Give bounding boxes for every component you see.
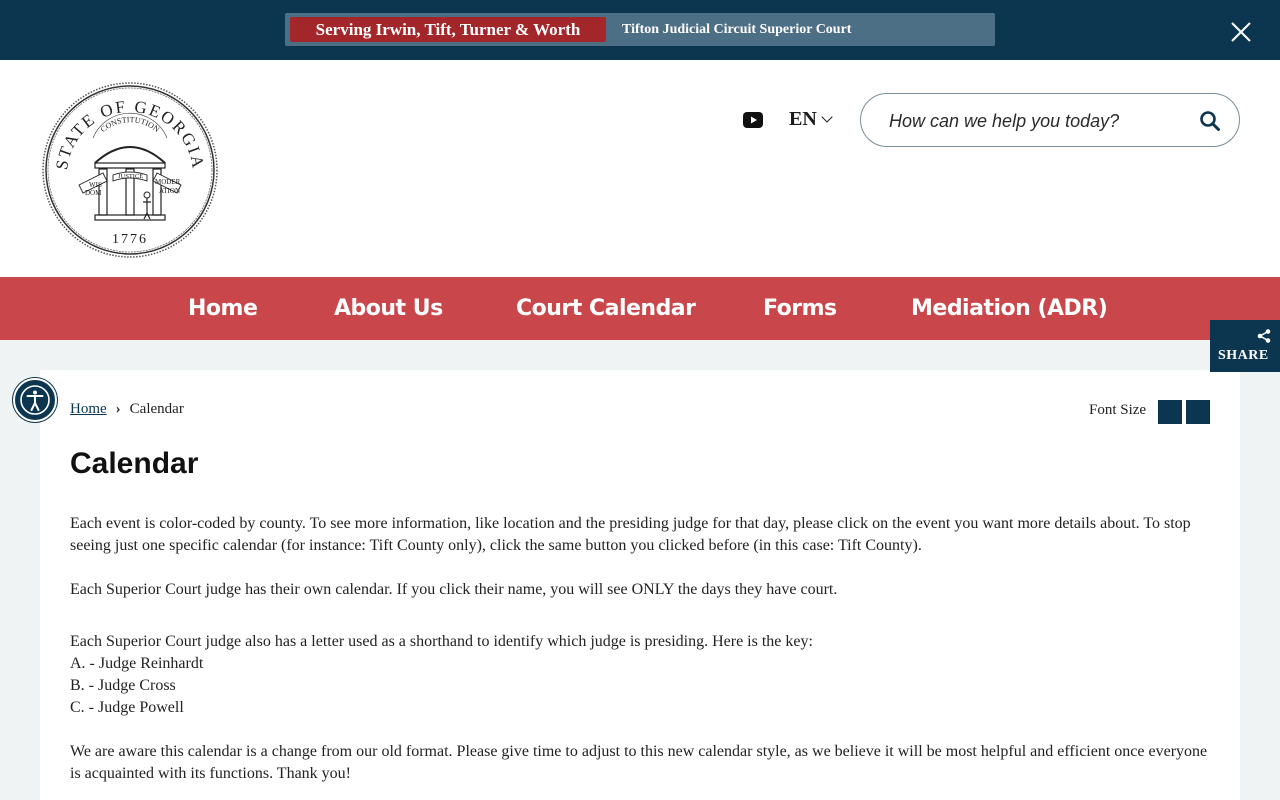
nav-item-about-us[interactable]: About Us: [334, 277, 443, 340]
banner-text: Tifton Judicial Circuit Superior Court: [622, 22, 852, 37]
seal-left2-text: DOM: [85, 189, 102, 197]
breadcrumb-separator: ›: [115, 401, 121, 417]
language-label: EN: [789, 108, 817, 130]
content-card: Home › Calendar Font Size Calendar Each ev…: [40, 370, 1240, 800]
seal-year-text: 1776: [112, 232, 148, 247]
seal-right-text: MODER: [155, 178, 181, 186]
seal-top-text: STATE OF GEORGIA: [52, 97, 206, 171]
chevron-down-icon: [821, 111, 833, 123]
search-icon: [1200, 111, 1220, 131]
search-box: [860, 93, 1240, 147]
judge-key-item: C. - Judge Powell: [70, 699, 184, 716]
top-banner: Serving Irwin, Tift, Turner & Worth Tift…: [0, 0, 1280, 60]
svg-text:STATE OF GEORGIA: STATE OF GEORGIA: [52, 97, 208, 171]
language-selector[interactable]: EN: [789, 108, 833, 131]
share-label: SHARE: [1218, 348, 1269, 363]
search-input[interactable]: [889, 106, 1189, 136]
site-header: STATE OF GEORGIA CONSTITUTION WIS DOM JU…: [0, 60, 1280, 277]
paragraph-judge-calendars: Each Superior Court judge has their own …: [70, 581, 838, 598]
banner-box: Serving Irwin, Tift, Turner & Worth Tift…: [285, 13, 995, 46]
share-icon: [1257, 329, 1271, 343]
paragraph-judge-key-intro: Each Superior Court judge also has a let…: [70, 633, 813, 650]
nav-item-court-calendar[interactable]: Court Calendar: [516, 277, 696, 340]
breadcrumb: Home › Calendar: [70, 401, 184, 418]
breadcrumb-current: Calendar: [129, 401, 184, 417]
font-size-increase-button[interactable]: [1186, 400, 1210, 424]
youtube-icon[interactable]: [743, 112, 763, 128]
paragraph-new-format: We are aware this calendar is a change f…: [70, 743, 1208, 782]
seal-center-text: JUSTICE: [118, 173, 143, 180]
font-size-decrease-button[interactable]: [1158, 400, 1182, 424]
seal-left-text: WIS: [89, 181, 102, 189]
nav-item-forms[interactable]: Forms: [763, 277, 837, 340]
page-title: Calendar: [70, 447, 199, 480]
accessibility-icon: [20, 385, 50, 415]
seal-right2-text: ATION: [159, 187, 180, 195]
judge-key-item: A. - Judge Reinhardt: [70, 655, 204, 672]
judge-key-item: B. - Judge Cross: [70, 677, 176, 694]
nav-item-home[interactable]: Home: [188, 277, 258, 340]
close-banner-button[interactable]: [1228, 19, 1254, 45]
close-icon: [1231, 22, 1251, 42]
paragraph-color-coded: Each event is color-coded by county. To …: [70, 515, 1191, 554]
nav-item-mediation[interactable]: Mediation (ADR): [911, 277, 1108, 340]
search-button[interactable]: [1199, 110, 1221, 132]
breadcrumb-home-link[interactable]: Home: [70, 401, 107, 417]
georgia-seal-logo[interactable]: STATE OF GEORGIA CONSTITUTION WIS DOM JU…: [41, 81, 219, 259]
banner-tag: Serving Irwin, Tift, Turner & Worth: [290, 17, 606, 42]
main-nav: Home About Us Court Calendar Forms Media…: [0, 277, 1280, 340]
share-button[interactable]: SHARE: [1210, 320, 1280, 372]
font-size-label: Font Size: [1089, 402, 1147, 418]
accessibility-button[interactable]: [13, 378, 57, 422]
